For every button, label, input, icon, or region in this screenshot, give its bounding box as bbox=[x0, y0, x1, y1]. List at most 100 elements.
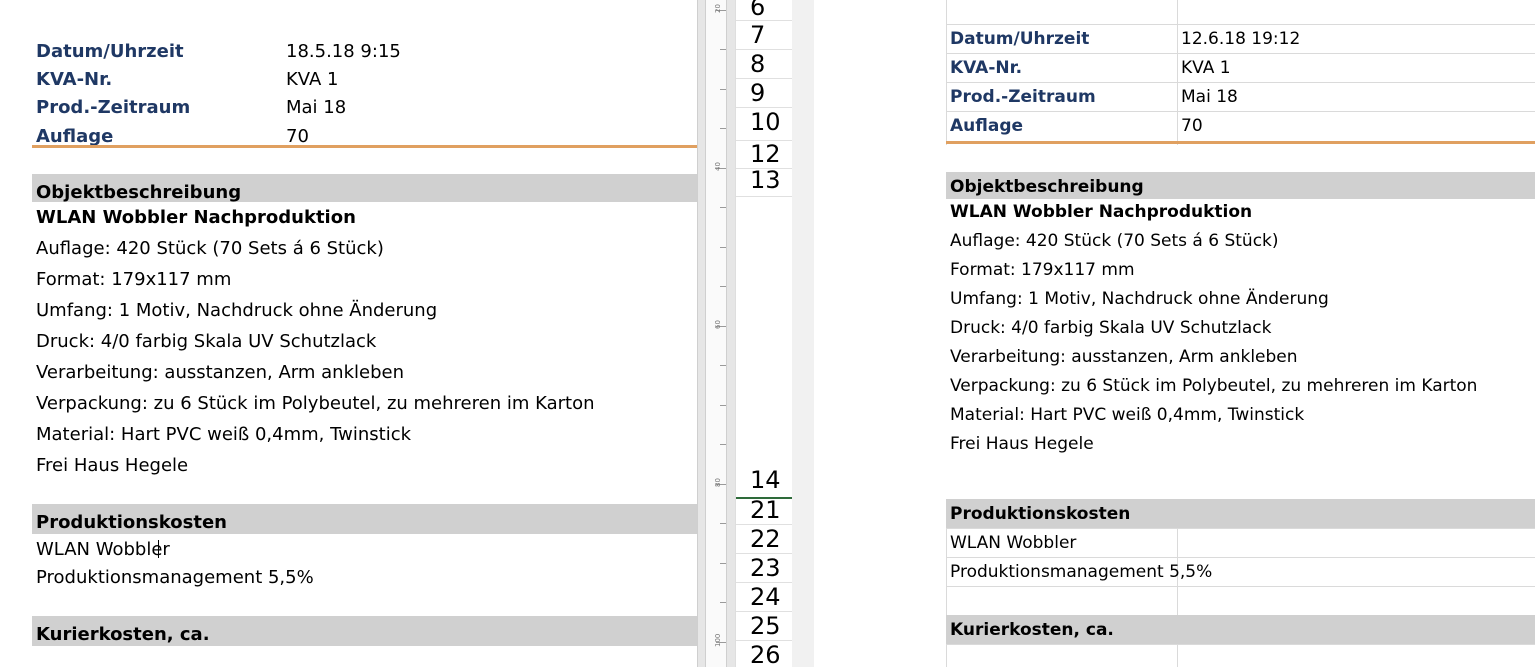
ruler-tick bbox=[720, 523, 726, 524]
kva-label: KVA-Nr. bbox=[950, 58, 1023, 78]
ruler-tick bbox=[720, 365, 726, 366]
grid-line bbox=[946, 586, 1535, 587]
page-gap: 20 40 60 80 100 bbox=[697, 0, 736, 667]
vertical-ruler[interactable]: 20 40 60 80 100 bbox=[705, 0, 727, 667]
grid-line bbox=[946, 82, 1535, 83]
period-value[interactable]: Mai 18 bbox=[286, 97, 346, 118]
object-section-title: Objektbeschreibung bbox=[36, 182, 242, 203]
production-section-header: Produktionskosten bbox=[32, 504, 697, 534]
kva-label: KVA-Nr. bbox=[36, 69, 113, 90]
object-line[interactable]: Verarbeitung: ausstanzen, Arm ankleben bbox=[36, 362, 404, 383]
kva-value[interactable]: KVA 1 bbox=[1181, 58, 1231, 78]
row-number[interactable]: 13 bbox=[736, 166, 793, 195]
object-section-title: Objektbeschreibung bbox=[950, 177, 1144, 197]
production-item-text: WLAN Wobble bbox=[36, 539, 163, 560]
grid-line bbox=[1177, 586, 1178, 615]
object-line[interactable]: Auflage: 420 Stück (70 Sets á 6 Stück) bbox=[36, 238, 384, 259]
period-label: Prod.-Zeitraum bbox=[36, 97, 191, 118]
object-section-header: Objektbeschreibung bbox=[946, 172, 1535, 199]
row-number[interactable]: 7 bbox=[736, 21, 793, 50]
row-number[interactable]: 22 bbox=[736, 525, 793, 554]
courier-section-title: Kurierkosten, ca. bbox=[36, 624, 210, 645]
object-line[interactable]: Format: 179x117 mm bbox=[950, 260, 1135, 280]
grid-line bbox=[946, 644, 1535, 645]
courier-section-title: Kurierkosten, ca. bbox=[950, 620, 1114, 640]
object-line[interactable]: Frei Haus Hegele bbox=[36, 455, 188, 476]
date-value[interactable]: 12.6.18 19:12 bbox=[1181, 29, 1300, 49]
production-item-management[interactable]: Produktionsmanagement 5,5% bbox=[36, 567, 314, 588]
ruler-label: 20 bbox=[714, 4, 722, 13]
ruler-tick bbox=[720, 128, 726, 129]
ruler-tick bbox=[720, 602, 726, 603]
window-gap bbox=[792, 0, 814, 667]
production-item-wlan[interactable]: WLAN Wobbler bbox=[950, 533, 1076, 553]
ruler-tick bbox=[720, 89, 726, 90]
object-line[interactable]: Material: Hart PVC weiß 0,4mm, Twinstick bbox=[36, 424, 411, 445]
left-document-pane[interactable]: Datum/Uhrzeit 18.5.18 9:15 KVA-Nr. KVA 1… bbox=[0, 0, 697, 667]
row-number[interactable]: 23 bbox=[736, 554, 793, 583]
courier-section-header: Kurierkosten, ca. bbox=[946, 615, 1535, 644]
edition-label: Auflage bbox=[36, 126, 114, 147]
grid-line bbox=[946, 111, 1535, 112]
production-item-management[interactable]: Produktionsmanagement 5,5% bbox=[950, 562, 1212, 582]
edition-label: Auflage bbox=[950, 116, 1024, 136]
row-number[interactable]: 9 bbox=[736, 79, 793, 108]
object-line[interactable]: Verarbeitung: ausstanzen, Arm ankleben bbox=[950, 347, 1298, 367]
row-number[interactable]: 24 bbox=[736, 583, 793, 612]
right-spreadsheet-pane[interactable]: Datum/Uhrzeit 12.6.18 19:12 KVA-Nr. KVA … bbox=[814, 0, 1535, 667]
object-line[interactable]: Umfang: 1 Motiv, Nachdruck ohne Änderung bbox=[950, 289, 1329, 309]
object-line[interactable]: Material: Hart PVC weiß 0,4mm, Twinstick bbox=[950, 405, 1304, 425]
edition-value[interactable]: 70 bbox=[1181, 116, 1203, 136]
row-number[interactable]: 6 bbox=[736, 0, 793, 22]
ruler-tick bbox=[720, 444, 726, 445]
date-label: Datum/Uhrzeit bbox=[950, 29, 1090, 49]
period-label: Prod.-Zeitraum bbox=[950, 87, 1096, 107]
object-line[interactable]: Umfang: 1 Motiv, Nachdruck ohne Änderung bbox=[36, 300, 437, 321]
object-line[interactable]: Frei Haus Hegele bbox=[950, 434, 1094, 454]
grid-line bbox=[1177, 0, 1178, 145]
ruler-tick bbox=[720, 563, 726, 564]
ruler-label: 40 bbox=[714, 162, 722, 171]
grid-line bbox=[946, 528, 1535, 529]
production-item-wlan[interactable]: WLAN Wobbler bbox=[36, 539, 170, 560]
ruler-tick bbox=[720, 286, 726, 287]
ruler-tick bbox=[720, 405, 726, 406]
object-line[interactable]: Druck: 4/0 farbig Skala UV Schutzlack bbox=[36, 331, 376, 352]
row-header-column[interactable]: 6 7 8 9 10 12 13 14 21 22 23 24 25 26 bbox=[735, 0, 794, 667]
object-line[interactable]: Druck: 4/0 farbig Skala UV Schutzlack bbox=[950, 318, 1271, 338]
production-section-title: Produktionskosten bbox=[36, 512, 227, 533]
object-line[interactable]: Verpackung: zu 6 Stück im Polybeutel, zu… bbox=[36, 393, 594, 414]
courier-section-header: Kurierkosten, ca. bbox=[32, 616, 697, 646]
date-value[interactable]: 18.5.18 9:15 bbox=[286, 41, 401, 62]
header-divider-line bbox=[946, 141, 1535, 144]
production-item-text-tail: r bbox=[162, 539, 170, 560]
object-line[interactable]: WLAN Wobbler Nachproduktion bbox=[36, 207, 356, 228]
row-number[interactable]: 25 bbox=[736, 612, 793, 641]
ruler-label: 80 bbox=[714, 478, 722, 487]
object-line[interactable]: Verpackung: zu 6 Stück im Polybeutel, zu… bbox=[950, 376, 1477, 396]
text-cursor bbox=[158, 540, 160, 558]
ruler-label: 100 bbox=[714, 633, 722, 647]
header-divider-line bbox=[32, 145, 697, 148]
row-number[interactable]: 26 bbox=[736, 641, 793, 667]
kva-value[interactable]: KVA 1 bbox=[286, 69, 338, 90]
grid-line bbox=[946, 0, 947, 145]
ruler-tick bbox=[720, 207, 726, 208]
ruler-tick bbox=[720, 247, 726, 248]
row-number[interactable]: 8 bbox=[736, 50, 793, 79]
object-line[interactable]: Format: 179x117 mm bbox=[36, 269, 231, 290]
object-line[interactable]: Auflage: 420 Stück (70 Sets á 6 Stück) bbox=[950, 231, 1279, 251]
edition-value[interactable]: 70 bbox=[286, 126, 309, 147]
row-number[interactable]: 10 bbox=[736, 108, 793, 137]
date-label: Datum/Uhrzeit bbox=[36, 41, 184, 62]
row-number[interactable]: 12 bbox=[736, 140, 793, 169]
object-line[interactable]: WLAN Wobbler Nachproduktion bbox=[950, 202, 1252, 222]
row-border bbox=[736, 196, 793, 197]
grid-line bbox=[946, 53, 1535, 54]
production-section-header: Produktionskosten bbox=[946, 499, 1535, 528]
row-number[interactable]: 14 bbox=[736, 466, 793, 495]
grid-line bbox=[946, 557, 1535, 558]
period-value[interactable]: Mai 18 bbox=[1181, 87, 1238, 107]
row-number[interactable]: 21 bbox=[736, 496, 793, 525]
grid-line bbox=[1177, 644, 1178, 667]
